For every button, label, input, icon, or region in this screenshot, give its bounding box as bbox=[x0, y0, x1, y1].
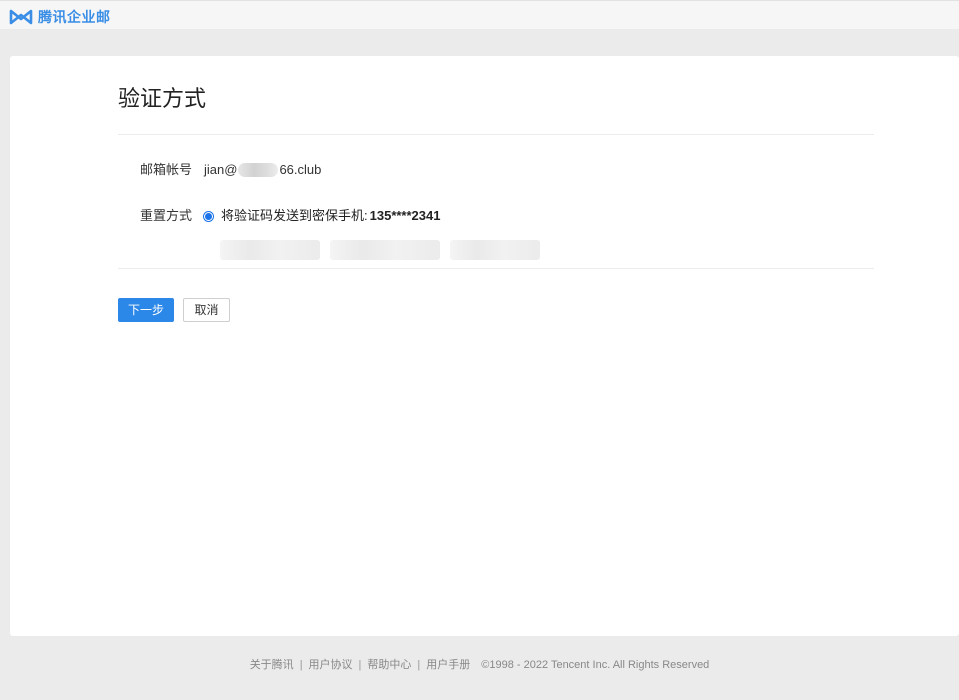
footer-link-agreement[interactable]: 用户协议 bbox=[309, 658, 353, 672]
masked-phone-number: 135****2341 bbox=[369, 208, 441, 223]
footer: 关于腾讯 | 用户协议 | 帮助中心 | 用户手册 ©1998 - 2022 T… bbox=[0, 658, 959, 672]
reset-option-text: 将验证码发送到密保手机: bbox=[221, 208, 368, 223]
footer-separator: | bbox=[358, 659, 362, 671]
email-redaction bbox=[238, 163, 279, 177]
blurred-hint-text bbox=[220, 240, 540, 260]
email-label: 邮箱帐号 bbox=[140, 162, 193, 177]
divider bbox=[118, 134, 874, 135]
radio-button-selected[interactable] bbox=[203, 210, 214, 222]
email-prefix: jian@ bbox=[204, 162, 238, 177]
footer-link-about[interactable]: 关于腾讯 bbox=[250, 658, 294, 672]
cancel-button[interactable]: 取消 bbox=[183, 298, 230, 322]
divider bbox=[118, 268, 874, 269]
radio-dot bbox=[205, 212, 212, 220]
next-step-button[interactable]: 下一步 bbox=[118, 298, 174, 322]
verification-card: 验证方式 邮箱帐号 jian@ 66.club 重置方式 将验证码发送到密保手机… bbox=[10, 56, 959, 636]
copyright: ©1998 - 2022 Tencent Inc. All Rights Res… bbox=[481, 659, 710, 671]
email-suffix: 66.club bbox=[279, 162, 322, 177]
footer-separator: | bbox=[299, 659, 303, 671]
logo-text: 腾讯企业邮 bbox=[38, 9, 111, 25]
blurred-segment bbox=[330, 240, 440, 260]
blurred-segment bbox=[450, 240, 540, 260]
reset-option-phone[interactable]: 将验证码发送到密保手机: 135****2341 bbox=[203, 207, 440, 225]
footer-link-help[interactable]: 帮助中心 bbox=[367, 658, 411, 672]
tencent-exmail-logo-icon bbox=[9, 9, 33, 25]
page-title: 验证方式 bbox=[118, 86, 207, 111]
blurred-segment bbox=[220, 240, 320, 260]
email-value: jian@ 66.club bbox=[204, 162, 321, 178]
top-bar: 腾讯企业邮 bbox=[0, 0, 959, 29]
logo[interactable]: 腾讯企业邮 bbox=[9, 8, 111, 26]
footer-separator: | bbox=[417, 659, 421, 671]
footer-link-manual[interactable]: 用户手册 bbox=[426, 658, 470, 672]
reset-method-label: 重置方式 bbox=[140, 208, 193, 223]
